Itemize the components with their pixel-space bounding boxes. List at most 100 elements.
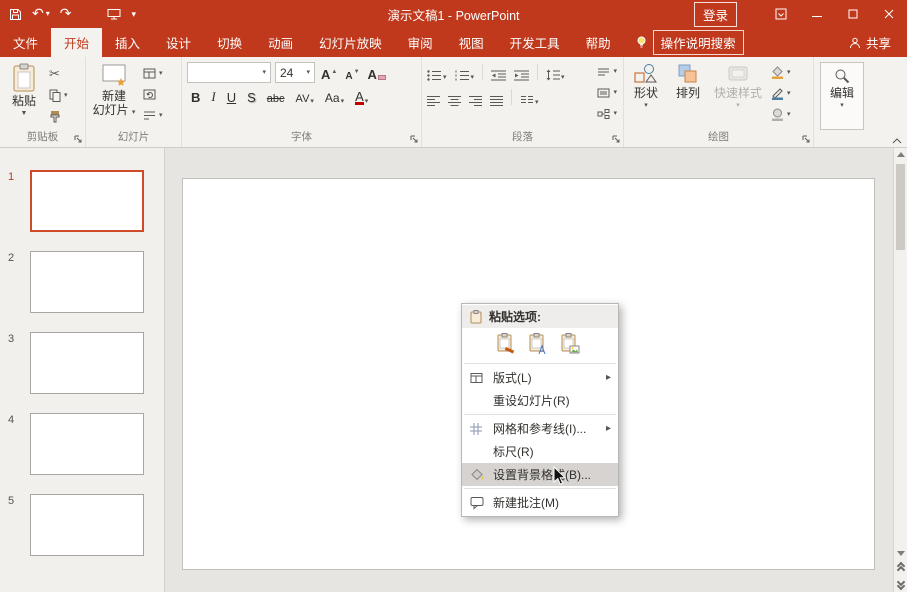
bold-button[interactable]: B	[189, 87, 202, 105]
paste-picture-button[interactable]	[557, 332, 583, 356]
reset-slide-button[interactable]	[140, 86, 166, 103]
redo-button[interactable]: ↷	[60, 7, 72, 21]
menu-item-new-comment[interactable]: 新建批注(M)	[462, 491, 618, 514]
undo-dropdown-icon[interactable]: ▾	[46, 10, 50, 18]
tab-home[interactable]: 开始	[51, 28, 102, 57]
editing-button[interactable]: 编辑 ▾	[820, 62, 864, 130]
ribbon-tab-bar: 文件 开始 插入 设计 切换 动画 幻灯片放映 审阅 视图 开发工具 帮助 操作…	[0, 28, 907, 57]
cut-button[interactable]: ✂	[46, 66, 71, 83]
tab-help[interactable]: 帮助	[573, 28, 624, 57]
paragraph-dialog-launcher[interactable]	[612, 135, 621, 144]
slide-thumbnail-2[interactable]	[30, 251, 144, 313]
previous-slide-button[interactable]	[898, 564, 904, 572]
slide-thumbnail-4[interactable]	[30, 413, 144, 475]
ribbon-group-editing: 编辑 ▾	[814, 57, 870, 147]
italic-button[interactable]: I	[209, 87, 217, 105]
chevron-down-icon: ▾	[310, 98, 314, 105]
increase-font-size-button[interactable]: A▲	[319, 64, 339, 82]
font-color-button[interactable]: A▾	[353, 87, 370, 105]
columns-button[interactable]: ▾	[518, 88, 541, 106]
qat-customize-button[interactable]: ▾	[131, 10, 136, 19]
drawing-dialog-launcher[interactable]	[802, 135, 811, 144]
tab-file[interactable]: 文件	[0, 28, 51, 57]
justify-icon	[490, 95, 503, 106]
tab-transitions[interactable]: 切换	[204, 28, 255, 57]
line-spacing-button[interactable]: ▾	[544, 63, 567, 81]
scrollbar-thumb[interactable]	[896, 164, 905, 250]
strikethrough-button[interactable]: abc	[265, 87, 287, 105]
menu-item-grid-and-guides[interactable]: 网格和参考线(I)... ▸	[462, 417, 618, 440]
tell-me-search[interactable]: 操作说明搜索	[636, 28, 744, 57]
convert-smartart-button[interactable]: ▾	[594, 105, 620, 122]
maximize-button[interactable]	[835, 0, 871, 28]
character-spacing-button[interactable]: AV▾	[294, 87, 316, 105]
ribbon-display-options-button[interactable]	[763, 0, 799, 28]
justify-button[interactable]	[488, 88, 505, 106]
close-button[interactable]	[871, 0, 907, 28]
text-shadow-button[interactable]: S	[245, 87, 258, 105]
menu-item-ruler[interactable]: 标尺(R)	[462, 440, 618, 463]
new-slide-icon	[101, 63, 127, 87]
shape-fill-button[interactable]: ▾	[768, 64, 794, 81]
slide-thumbnail-3[interactable]	[30, 332, 144, 394]
quick-styles-button[interactable]: 快速样式 ▾	[710, 60, 766, 130]
new-slide-button[interactable]: 新建幻灯片 ▾	[88, 60, 140, 130]
tab-view[interactable]: 视图	[446, 28, 497, 57]
align-text-button[interactable]: ▾	[594, 84, 620, 101]
clear-formatting-button[interactable]: A	[366, 64, 388, 82]
minimize-button[interactable]	[799, 0, 835, 28]
scroll-up-button[interactable]	[894, 152, 907, 157]
vertical-scrollbar[interactable]	[893, 148, 907, 592]
submenu-arrow-icon: ▸	[606, 423, 611, 434]
paste-use-destination-theme-button[interactable]	[525, 332, 551, 356]
text-direction-button[interactable]: ▾	[594, 63, 620, 80]
format-painter-button[interactable]	[46, 108, 71, 125]
align-left-button[interactable]	[425, 88, 442, 106]
arrange-button[interactable]: 排列	[668, 60, 708, 130]
slide-number: 1	[8, 171, 14, 183]
increase-indent-button[interactable]	[512, 63, 531, 81]
copy-button[interactable]: ▾	[46, 87, 71, 104]
paste-options-bar	[462, 328, 618, 361]
slide-layout-button[interactable]: ▾	[140, 65, 166, 82]
font-dialog-launcher[interactable]	[410, 135, 419, 144]
bullets-button[interactable]: ▾	[425, 63, 449, 81]
tell-me-input[interactable]: 操作说明搜索	[653, 30, 744, 55]
undo-button[interactable]: ↶▾	[32, 7, 50, 21]
tab-slideshow[interactable]: 幻灯片放映	[306, 28, 395, 57]
clipboard-dialog-launcher[interactable]	[74, 135, 83, 144]
next-slide-button[interactable]	[898, 580, 904, 588]
font-size-combobox[interactable]: 24▾	[275, 62, 315, 83]
slide-section-button[interactable]: ▾	[140, 107, 166, 124]
sign-in-button[interactable]: 登录	[694, 2, 737, 27]
numbering-button[interactable]: ▾	[453, 63, 477, 81]
collapse-ribbon-button[interactable]	[892, 138, 902, 144]
share-button[interactable]: 共享	[849, 28, 907, 57]
menu-item-format-background[interactable]: 设置背景格式(B)...	[462, 463, 618, 486]
start-slideshow-button[interactable]	[107, 8, 121, 20]
decrease-indent-button[interactable]	[489, 63, 508, 81]
paste-keep-source-formatting-button[interactable]	[493, 332, 519, 356]
scroll-down-button[interactable]	[897, 551, 905, 556]
align-center-button[interactable]	[446, 88, 463, 106]
decrease-font-size-button[interactable]: A▼	[343, 64, 361, 82]
menu-item-reset-slide[interactable]: 重设幻灯片(R)	[462, 389, 618, 412]
tab-design[interactable]: 设计	[153, 28, 204, 57]
tab-review[interactable]: 审阅	[395, 28, 446, 57]
font-name-combobox[interactable]: ▾	[187, 62, 271, 83]
tab-insert[interactable]: 插入	[102, 28, 153, 57]
shapes-button[interactable]: 形状 ▾	[626, 60, 666, 130]
paste-button[interactable]: 粘贴 ▼	[2, 60, 46, 130]
align-right-button[interactable]	[467, 88, 484, 106]
tab-animations[interactable]: 动画	[255, 28, 306, 57]
slide-thumbnail-1[interactable]	[30, 170, 144, 232]
tab-developer[interactable]: 开发工具	[497, 28, 573, 57]
slide-thumbnail-5[interactable]	[30, 494, 144, 556]
shape-outline-button[interactable]: ▾	[768, 85, 794, 102]
change-case-button[interactable]: Aa▾	[323, 87, 346, 105]
menu-item-layout[interactable]: 版式(L) ▸	[462, 366, 618, 389]
save-button[interactable]	[9, 8, 22, 21]
shape-effects-button[interactable]: ▾	[768, 106, 794, 123]
underline-button[interactable]: U	[225, 87, 238, 105]
chevron-down-icon: ▾	[736, 102, 740, 109]
